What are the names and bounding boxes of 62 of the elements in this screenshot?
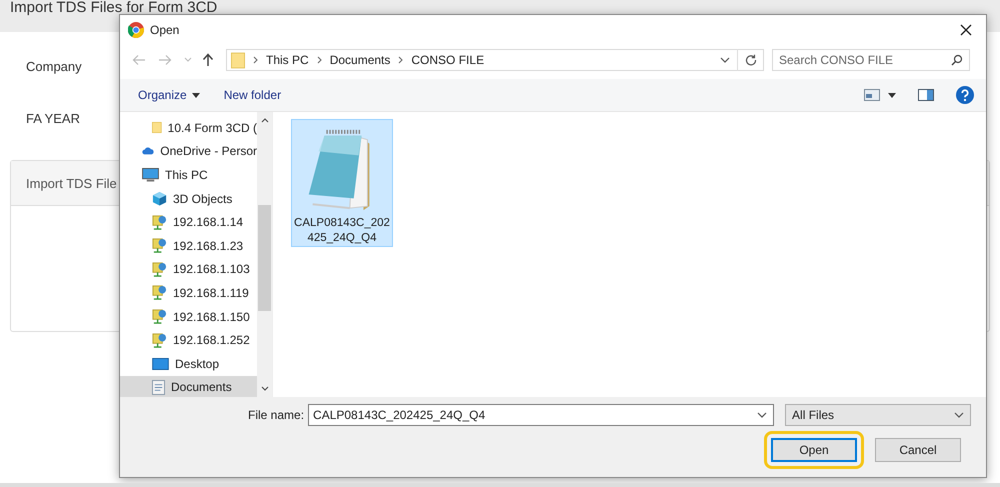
- network-drive-icon: [152, 262, 167, 277]
- search-field[interactable]: Search CONSO FILE: [772, 49, 970, 71]
- file-name-label: File name:: [248, 408, 304, 422]
- folder-icon: [152, 120, 162, 136]
- file-type-dropdown[interactable]: All Files: [785, 404, 972, 426]
- nav-item[interactable]: 192.168.1.252: [120, 328, 257, 352]
- breadcrumb[interactable]: CONSO FILE: [411, 53, 484, 67]
- search-icon: [951, 54, 963, 66]
- document-icon: [152, 380, 165, 395]
- browser-logo-icon: [128, 22, 144, 38]
- nav-item[interactable]: 192.168.1.150: [120, 304, 257, 328]
- nav-item[interactable]: 3D Objects: [120, 186, 257, 210]
- nav-item[interactable]: 192.168.1.119: [120, 281, 257, 305]
- view-options-icon[interactable]: [864, 89, 880, 101]
- network-drive-icon: [152, 285, 167, 300]
- close-icon[interactable]: [960, 24, 972, 36]
- dropdown-chevron-icon[interactable]: [720, 57, 730, 63]
- help-icon[interactable]: [956, 86, 974, 104]
- organize-button[interactable]: Organize: [130, 85, 208, 105]
- page-title: Import TDS Files for Form 3CD: [10, 1, 218, 15]
- breadcrumb[interactable]: Documents: [330, 53, 390, 67]
- preview-pane-icon[interactable]: [918, 89, 934, 101]
- address-bar[interactable]: This PC Documents CONSO FILE: [226, 49, 764, 71]
- open-button[interactable]: Open: [771, 438, 857, 462]
- panel-title: Import TDS File: [26, 176, 117, 190]
- desktop-icon: [152, 358, 169, 370]
- scroll-up-icon[interactable]: [260, 118, 268, 123]
- network-drive-icon: [152, 214, 167, 230]
- nav-item[interactable]: 192.168.1.23: [120, 234, 257, 258]
- folder-icon: [231, 52, 245, 68]
- nav-item[interactable]: 10.4 Form 3CD (: [120, 116, 257, 140]
- dialog-title: Open: [150, 23, 180, 37]
- field-label: FA YEAR: [26, 110, 80, 126]
- breadcrumb[interactable]: This PC: [266, 53, 309, 67]
- chevron-right-icon: [316, 56, 322, 64]
- nav-item[interactable]: Desktop: [120, 352, 257, 376]
- dropdown-chevron-icon: [954, 412, 964, 418]
- refresh-icon[interactable]: [745, 54, 757, 66]
- up-arrow-icon[interactable]: [202, 53, 214, 67]
- nav-item[interactable]: 192.168.1.103: [120, 258, 257, 282]
- cube-icon: [152, 191, 167, 206]
- nav-item[interactable]: OneDrive - Persor: [120, 140, 257, 164]
- field-label: Company: [26, 58, 82, 74]
- nav-item[interactable]: 192.168.1.14: [120, 210, 257, 234]
- dropdown-chevron-icon: [757, 412, 768, 418]
- cancel-button[interactable]: Cancel: [875, 438, 961, 462]
- nav-item[interactable]: This PC: [120, 163, 257, 187]
- caret-icon: [192, 92, 200, 98]
- cloud-icon: [142, 146, 154, 156]
- monitor-icon: [142, 168, 159, 182]
- file-item[interactable]: CALP08143C_202425_24Q_Q4: [291, 119, 393, 247]
- new-folder-button[interactable]: New folder: [216, 85, 290, 105]
- chevron-right-icon: [253, 56, 258, 64]
- scroll-down-icon[interactable]: [260, 386, 268, 391]
- network-drive-icon: [152, 238, 167, 254]
- file-name-field[interactable]: CALP08143C_202425_24Q_Q4: [308, 404, 774, 426]
- network-drive-icon: [152, 309, 167, 324]
- scrollbar[interactable]: [257, 112, 272, 397]
- chevron-right-icon: [398, 56, 404, 64]
- network-drive-icon: [152, 332, 167, 348]
- nav-item[interactable]: Documents: [120, 376, 257, 397]
- caret-icon[interactable]: [888, 92, 896, 98]
